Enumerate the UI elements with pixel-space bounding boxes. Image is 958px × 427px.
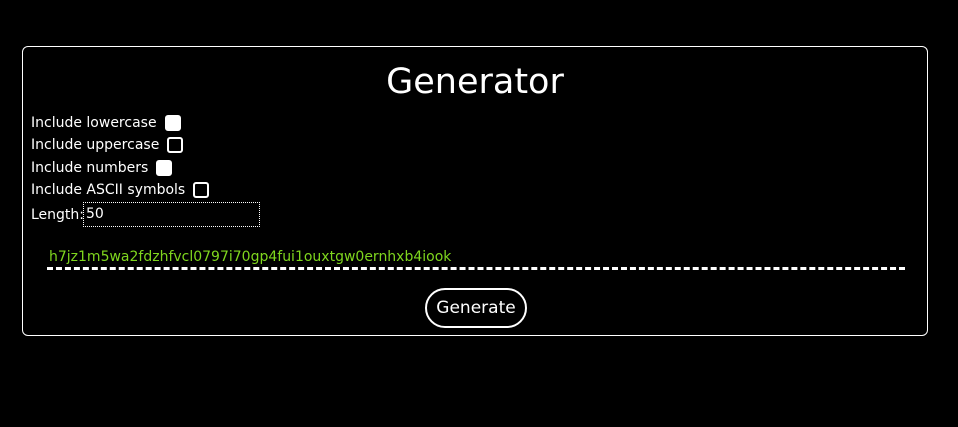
length-input[interactable]: 50 <box>83 202 260 227</box>
option-include-uppercase[interactable]: Include uppercase <box>31 136 184 154</box>
output-underline <box>47 267 905 270</box>
option-label: Include numbers <box>31 160 149 176</box>
length-label: Length: <box>31 207 85 223</box>
option-label: Include lowercase <box>31 115 157 131</box>
generator-panel: Generator Include lowercase Include uppe… <box>22 46 928 336</box>
generate-button[interactable]: Generate <box>425 288 527 328</box>
lowercase-checkbox[interactable] <box>164 115 181 131</box>
option-include-ascii-symbols[interactable]: Include ASCII symbols <box>31 181 210 199</box>
numbers-checkbox[interactable] <box>156 160 173 176</box>
option-label: Include uppercase <box>31 137 160 153</box>
option-include-lowercase[interactable]: Include lowercase <box>31 114 181 132</box>
option-label: Include ASCII symbols <box>31 182 186 198</box>
uppercase-checkbox[interactable] <box>167 137 184 153</box>
page-title: Generator <box>386 62 564 102</box>
generated-password: h7jz1m5wa2fdzhfvcl0797i70gp4fui1ouxtgw0e… <box>49 249 452 265</box>
ascii-symbols-checkbox[interactable] <box>193 182 210 198</box>
option-include-numbers[interactable]: Include numbers <box>31 159 173 177</box>
